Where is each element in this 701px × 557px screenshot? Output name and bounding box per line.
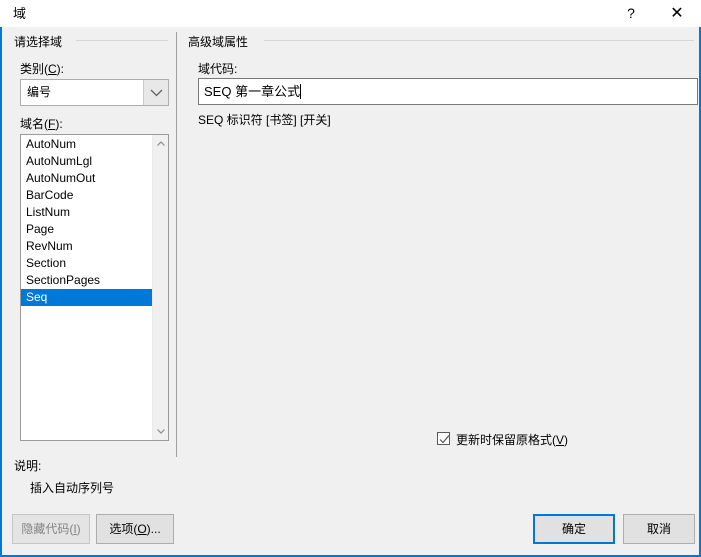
preserve-label-accesskey: V [556,433,565,447]
chevron-down-icon[interactable] [143,80,168,105]
list-item-label: AutoNum [26,137,77,151]
list-item[interactable]: AutoNum [21,136,152,153]
panel-divider [176,32,177,457]
preserve-label-suffix: ) [564,433,569,447]
title-bar: 域 ? ✕ [0,0,701,27]
list-item-label: ListNum [26,205,71,219]
text-caret [300,84,302,99]
fieldcode-label: 域代码: [198,62,238,76]
close-icon: ✕ [670,5,684,22]
ok-button-label: 确定 [561,522,586,536]
fieldcode-text-value: SEQ 第一章公式 [204,84,301,99]
fieldname-list-items: AutoNum AutoNumLgl AutoNumOut BarCode ListNu… [21,136,168,306]
hide-code-label-suffix: ) [76,522,81,536]
list-item-label: AutoNumLgl [26,154,93,168]
fieldname-label: 域名(F): [20,115,63,132]
category-label-accesskey: C [48,62,57,76]
list-item[interactable]: Section [21,255,152,272]
list-item-label: Section [26,256,67,270]
options-button[interactable]: 选项(O)... [96,514,174,544]
fieldcode-input[interactable]: SEQ 第一章公式 [198,78,698,105]
list-item[interactable]: Page [21,221,152,238]
cancel-button-label: 取消 [646,522,671,536]
list-item-label: RevNum [26,239,73,253]
list-item-label: SectionPages [26,273,101,287]
preserve-label-prefix: 更新时保留原格式( [456,433,556,447]
hide-code-button[interactable]: 隐藏代码(I) [12,514,90,544]
list-item-label: Page [26,222,55,236]
list-item[interactable]: SectionPages [21,272,152,289]
select-field-group-label: 请选择域 [14,33,69,50]
close-button[interactable]: ✕ [654,0,700,27]
advanced-properties-group-label: 高级域属性 [188,33,255,50]
category-label-suffix: ): [56,62,65,76]
list-item[interactable]: ListNum [21,204,152,221]
options-label-suffix: )... [146,522,161,536]
list-item[interactable]: BarCode [21,187,152,204]
select-field-group-rule [76,40,168,41]
question-mark-icon: ? [627,5,635,21]
help-button[interactable]: ? [608,0,654,27]
category-label: 类别(C): [20,60,64,77]
scrollbar-thumb[interactable] [153,152,168,420]
fieldname-label-prefix: 域名( [20,117,48,131]
options-label-prefix: 选项( [109,522,138,536]
fieldname-list-scrollbar[interactable] [152,135,168,440]
fieldcode-syntax-hint: SEQ 标识符 [书签] [开关] [198,113,331,127]
checkmark-icon [439,435,450,444]
list-item[interactable]: AutoNumLgl [21,153,152,170]
ok-button[interactable]: 确定 [533,514,615,544]
list-item[interactable]: Seq [21,289,168,306]
hide-code-label-prefix: 隐藏代码( [21,522,74,536]
window-title: 域 [13,6,27,21]
scroll-down-arrow-icon[interactable] [153,423,168,440]
scroll-up-arrow-icon[interactable] [153,135,168,152]
options-accesskey: O [137,522,147,536]
category-selected-value: 编号 [27,85,52,99]
fieldname-label-suffix: ): [55,117,63,131]
list-item-label: Seq [26,290,48,304]
fieldcode-text: SEQ 第一章公式 [204,84,302,100]
list-item-label: BarCode [26,188,74,202]
list-item[interactable]: RevNum [21,238,152,255]
advanced-properties-group-rule [264,40,694,41]
preserve-formatting-label: 更新时保留原格式(V) [456,431,568,448]
description-value: 插入自动序列号 [30,481,115,495]
description-label: 说明: [14,459,42,473]
list-item-label: AutoNumOut [26,171,96,185]
fieldname-listbox[interactable]: AutoNum AutoNumLgl AutoNumOut BarCode ListNu… [20,134,169,441]
category-combobox[interactable]: 编号 [20,79,169,106]
field-dialog: 域 ? ✕ 请选择域 类别(C): 编号 域名(F): AutoNum AutoN… [0,0,701,557]
cancel-button[interactable]: 取消 [623,514,695,544]
checkbox-box[interactable] [437,432,450,445]
list-item[interactable]: AutoNumOut [21,170,152,187]
category-label-prefix: 类别( [20,62,48,76]
